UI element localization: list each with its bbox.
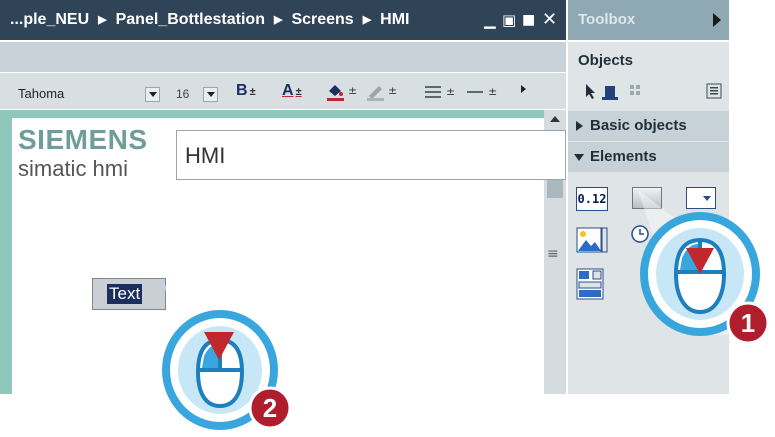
elements-label: Elements: [590, 148, 657, 165]
font-size-select[interactable]: 16: [176, 87, 189, 101]
callout-2: 2: [162, 284, 292, 437]
svg-text:±: ±: [488, 85, 497, 98]
collapsed-arrow-icon: [576, 121, 583, 131]
font-name-select[interactable]: Tahoma: [18, 86, 64, 101]
font-name-dropdown-icon[interactable]: [145, 87, 160, 102]
close-icon[interactable]: ✕: [542, 0, 557, 40]
screen-name-field[interactable]: HMI: [176, 130, 566, 180]
callout-1-number: 1: [741, 308, 755, 338]
font-color-button[interactable]: A ±: [282, 82, 302, 100]
basic-objects-label: Basic objects: [590, 117, 687, 134]
siemens-logo: SIEMENS: [18, 124, 148, 155]
callout-1: 1: [638, 190, 775, 345]
graphic-io-field-tool[interactable]: [576, 224, 608, 258]
svg-text:±: ±: [388, 84, 397, 97]
screen-name-value: HMI: [185, 143, 226, 168]
align-icon: ±: [425, 85, 455, 98]
bold-icon: B: [236, 82, 248, 99]
graphic-io-field-icon: [576, 227, 608, 253]
line-style-button[interactable]: ±: [466, 83, 506, 105]
more-tools-icon[interactable]: [520, 79, 528, 98]
expanded-arrow-icon: [574, 154, 584, 161]
recipe-view-icon: [576, 268, 604, 300]
scroll-up-icon[interactable]: [550, 116, 560, 122]
fill-color-button[interactable]: ±: [326, 82, 360, 106]
callout-2-number: 2: [263, 393, 277, 423]
svg-text:±: ±: [446, 85, 455, 98]
lock-icon: [602, 86, 618, 100]
spinner-icon: ±: [249, 86, 256, 98]
breadcrumb-separator-icon: ▶: [273, 14, 283, 26]
editor-tab-strip: [0, 42, 566, 72]
basic-objects-section[interactable]: Basic objects: [568, 111, 729, 141]
breadcrumb-separator-icon: ▶: [98, 14, 107, 26]
minimize-icon[interactable]: ▁: [484, 0, 496, 40]
fill-color-icon: ±: [327, 84, 357, 101]
breadcrumb-item-screens[interactable]: Screens: [291, 11, 353, 28]
breadcrumb-item-screen[interactable]: HMI: [380, 11, 409, 28]
line-color-button[interactable]: ±: [366, 82, 400, 106]
font-color-icon: A: [282, 82, 294, 99]
font-size-dropdown-icon[interactable]: [203, 87, 218, 102]
bold-button[interactable]: B ±: [236, 82, 256, 100]
grid-icon: [630, 85, 640, 95]
objects-tool-icons: [586, 83, 722, 100]
line-color-icon: ±: [367, 84, 397, 101]
line-style-icon: ±: [467, 85, 497, 98]
toolbox-header[interactable]: Toolbox: [568, 0, 729, 40]
breadcrumb-item-project[interactable]: ...ple_NEU: [10, 11, 89, 28]
toolbox-title: Toolbox: [578, 11, 636, 28]
list-view-icon: [706, 83, 722, 99]
breadcrumb-item-device[interactable]: Panel_Bottlestation: [116, 11, 265, 28]
objects-toolbar: [582, 80, 732, 102]
maximize-icon[interactable]: ■: [522, 0, 535, 40]
scroll-grip-icon[interactable]: ≡: [547, 246, 559, 262]
simatic-hmi-logo: simatic hmi: [18, 156, 129, 181]
editor-title-bar: ...ple_NEU ▶ Panel_Bottlestation ▶ Screens ▶ H…: [0, 0, 566, 40]
spinner-icon: ±: [295, 86, 302, 98]
breadcrumb-separator-icon: ▶: [362, 14, 372, 26]
format-toolbar: Tahoma 16 B ± A ± ± ± ± ±: [0, 73, 566, 109]
elements-section[interactable]: Elements: [568, 142, 729, 172]
svg-text:±: ±: [348, 84, 357, 97]
symbolic-bar-tool[interactable]: [576, 268, 606, 306]
breadcrumb: ...ple_NEU ▶ Panel_Bottlestation ▶ Screens ▶ H…: [10, 0, 410, 40]
text-field-label[interactable]: Text: [107, 284, 143, 304]
pointer-icon: [586, 84, 595, 99]
restore-icon[interactable]: ▣: [502, 0, 516, 40]
io-field-tool[interactable]: 0.12: [576, 187, 608, 211]
expand-arrow-icon[interactable]: [713, 13, 721, 27]
objects-pane-title: Objects: [578, 52, 634, 69]
align-button[interactable]: ±: [424, 83, 458, 105]
